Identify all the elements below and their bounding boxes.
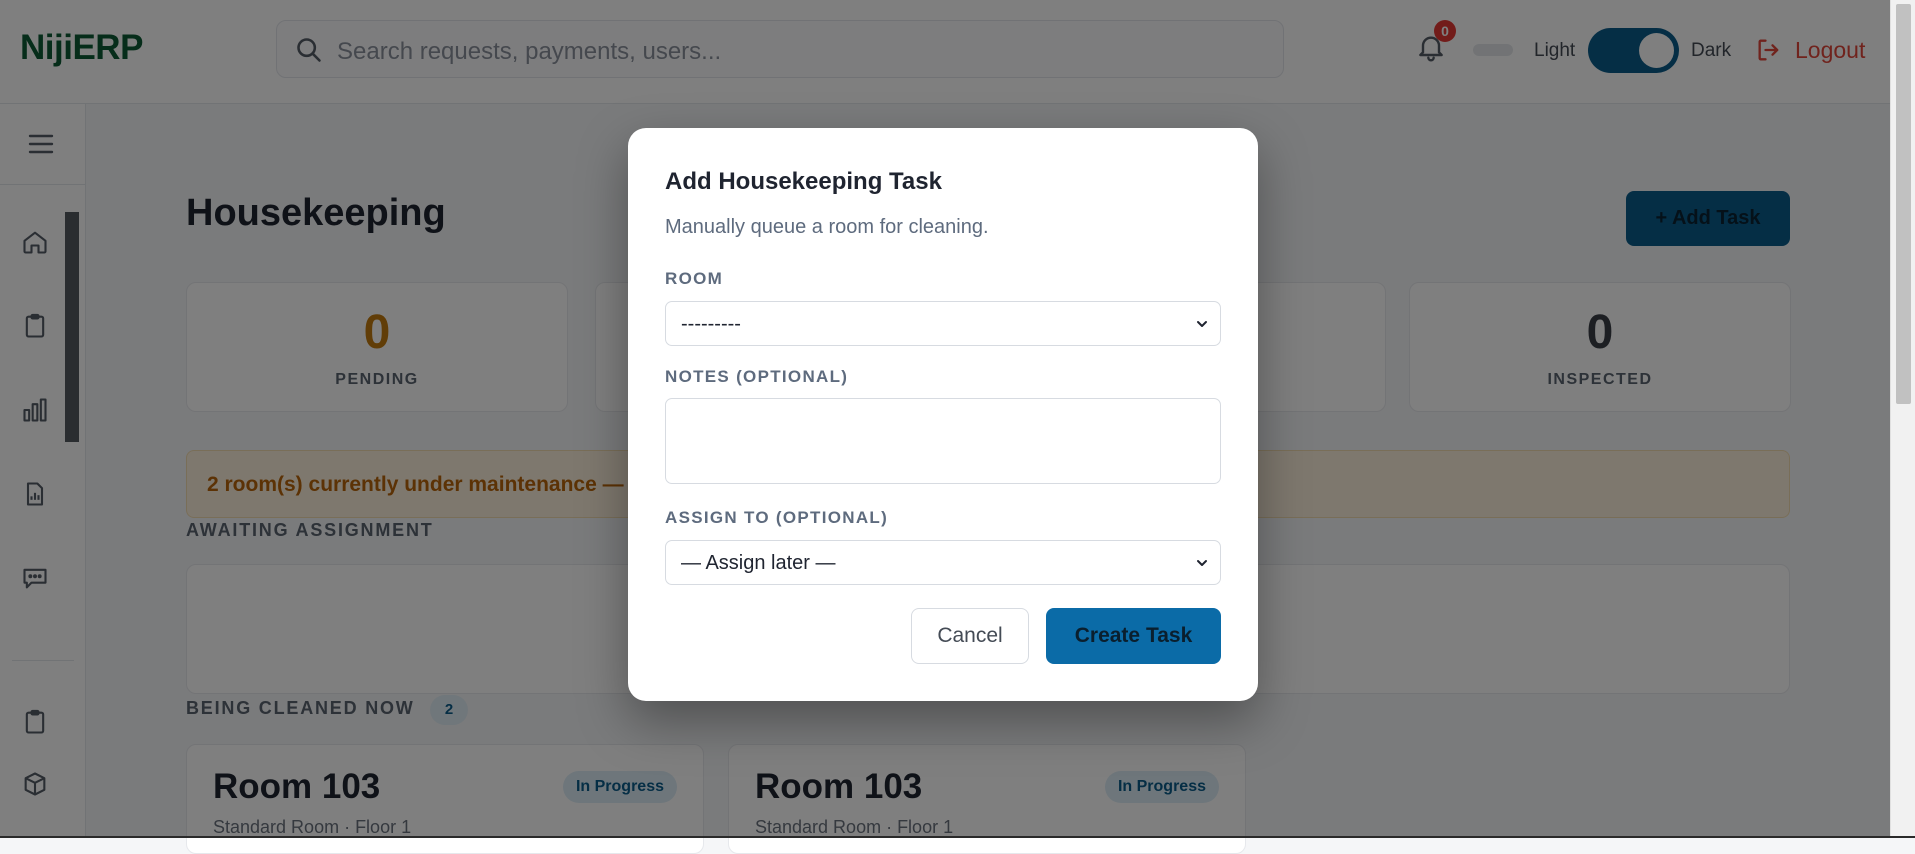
cancel-button[interactable]: Cancel: [911, 608, 1029, 664]
assign-select-value: — Assign later —: [681, 552, 836, 574]
modal-title: Add Housekeeping Task: [665, 168, 942, 195]
create-task-button[interactable]: Create Task: [1046, 608, 1221, 664]
page-scrollbar-thumb[interactable]: [1896, 4, 1911, 404]
modal-subtitle: Manually queue a room for cleaning.: [665, 216, 989, 238]
notes-textarea[interactable]: [665, 398, 1221, 484]
assign-select[interactable]: — Assign later —: [665, 540, 1221, 585]
room-label: ROOM: [665, 269, 724, 288]
assign-label: ASSIGN TO (OPTIONAL): [665, 508, 889, 527]
page-scrollbar[interactable]: [1890, 0, 1915, 838]
chevron-down-icon: [1197, 560, 1207, 566]
room-select-value: ---------: [681, 313, 741, 335]
room-select[interactable]: ---------: [665, 301, 1221, 346]
notes-label: NOTES (OPTIONAL): [665, 367, 849, 386]
add-task-modal: Add Housekeeping Task Manually queue a r…: [628, 128, 1258, 701]
chevron-down-icon: [1197, 321, 1207, 327]
